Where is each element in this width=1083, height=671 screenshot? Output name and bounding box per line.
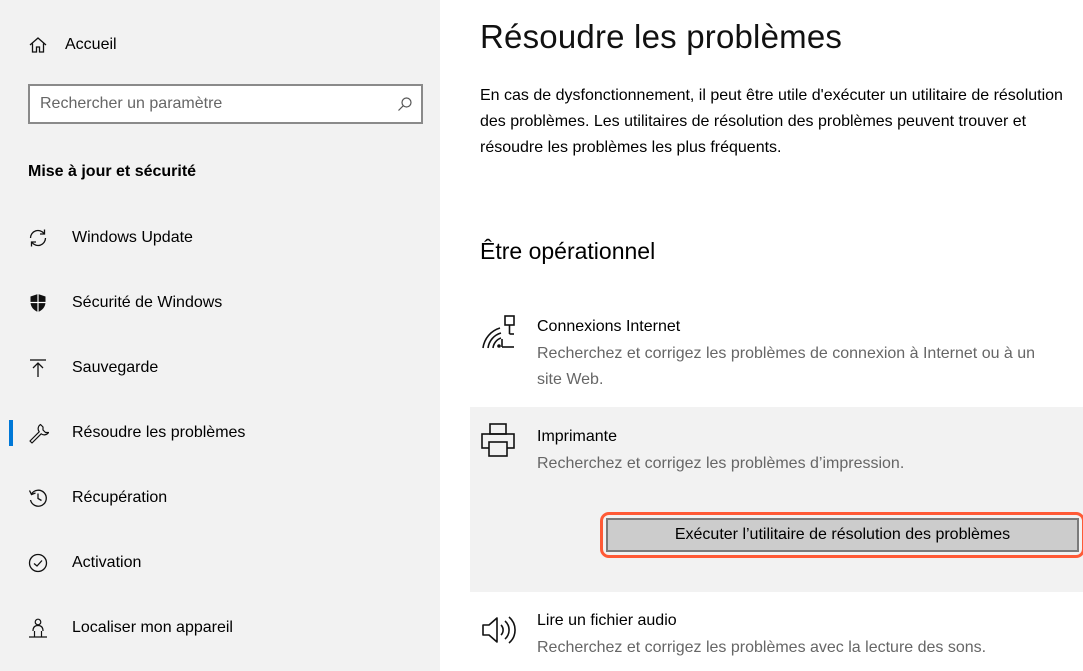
sidebar-item-recovery[interactable]: Récupération [0,465,440,530]
sidebar-item-label: Activation [72,553,142,571]
sidebar-item-label: Récupération [72,488,168,506]
sync-icon [27,227,49,249]
speaker-icon [480,612,516,648]
printer-icon [480,422,516,458]
section-title: Être opérationnel [480,238,656,264]
sidebar-item-label: Résoudre les problèmes [72,423,246,441]
active-indicator [9,420,13,446]
troubleshooter-name: Lire un fichier audio [537,612,677,629]
troubleshooter-internet[interactable]: Connexions Internet Recherchez et corrig… [470,302,1083,404]
sidebar-home[interactable]: Accueil [28,30,117,60]
sidebar-nav: Windows Update Sécurité de Windows Sauve… [0,205,440,660]
page-description: En cas de dysfonctionnement, il peut êtr… [480,87,1063,156]
wifi-network-icon [480,314,516,350]
sidebar-item-windows-security[interactable]: Sécurité de Windows [0,270,440,335]
search-box[interactable] [28,84,423,124]
search-input[interactable] [30,95,389,113]
page-title: Résoudre les problèmes [480,18,843,55]
sidebar-section-title: Mise à jour et sécurité [28,163,197,180]
troubleshooter-description: Recherchez et corrigez les problèmes d’i… [537,455,905,472]
sidebar-item-windows-update[interactable]: Windows Update [0,205,440,270]
main-content: Résoudre les problèmes En cas de dysfonc… [470,0,1083,671]
shield-icon [27,292,49,314]
history-icon [27,487,49,509]
sidebar-item-activation[interactable]: Activation [0,530,440,595]
upload-icon [27,357,49,379]
troubleshooter-description: Recherchez et corrigez les problèmes de … [537,345,1036,388]
person-pin-icon [27,617,49,639]
sidebar-item-label: Localiser mon appareil [72,618,233,636]
sidebar-item-backup[interactable]: Sauvegarde [0,335,440,400]
check-circle-icon [27,552,49,574]
sidebar-item-troubleshoot[interactable]: Résoudre les problèmes [0,400,440,465]
sidebar-item-label: Sauvegarde [72,358,159,376]
troubleshooter-audio[interactable]: Lire un fichier audio Recherchez et corr… [470,596,1083,671]
sidebar-item-label: Windows Update [72,228,193,246]
sidebar-item-find-my-device[interactable]: Localiser mon appareil [0,595,440,660]
troubleshooter-description: Recherchez et corrigez les problèmes ave… [537,639,987,656]
wrench-icon [27,422,49,444]
sidebar: Accueil Mise à jour et sécurité Windows … [0,0,440,671]
troubleshooter-name: Imprimante [537,428,618,445]
sidebar-item-label: Sécurité de Windows [72,293,223,311]
highlight-outline: Exécuter l’utilitaire de résolution des … [600,512,1083,558]
search-icon[interactable] [389,96,421,112]
home-label: Accueil [65,36,117,53]
home-icon [28,35,48,55]
troubleshooter-name: Connexions Internet [537,318,681,335]
troubleshooter-printer[interactable]: Imprimante Recherchez et corrigez les pr… [470,407,1083,592]
run-troubleshooter-button[interactable]: Exécuter l’utilitaire de résolution des … [606,518,1079,552]
